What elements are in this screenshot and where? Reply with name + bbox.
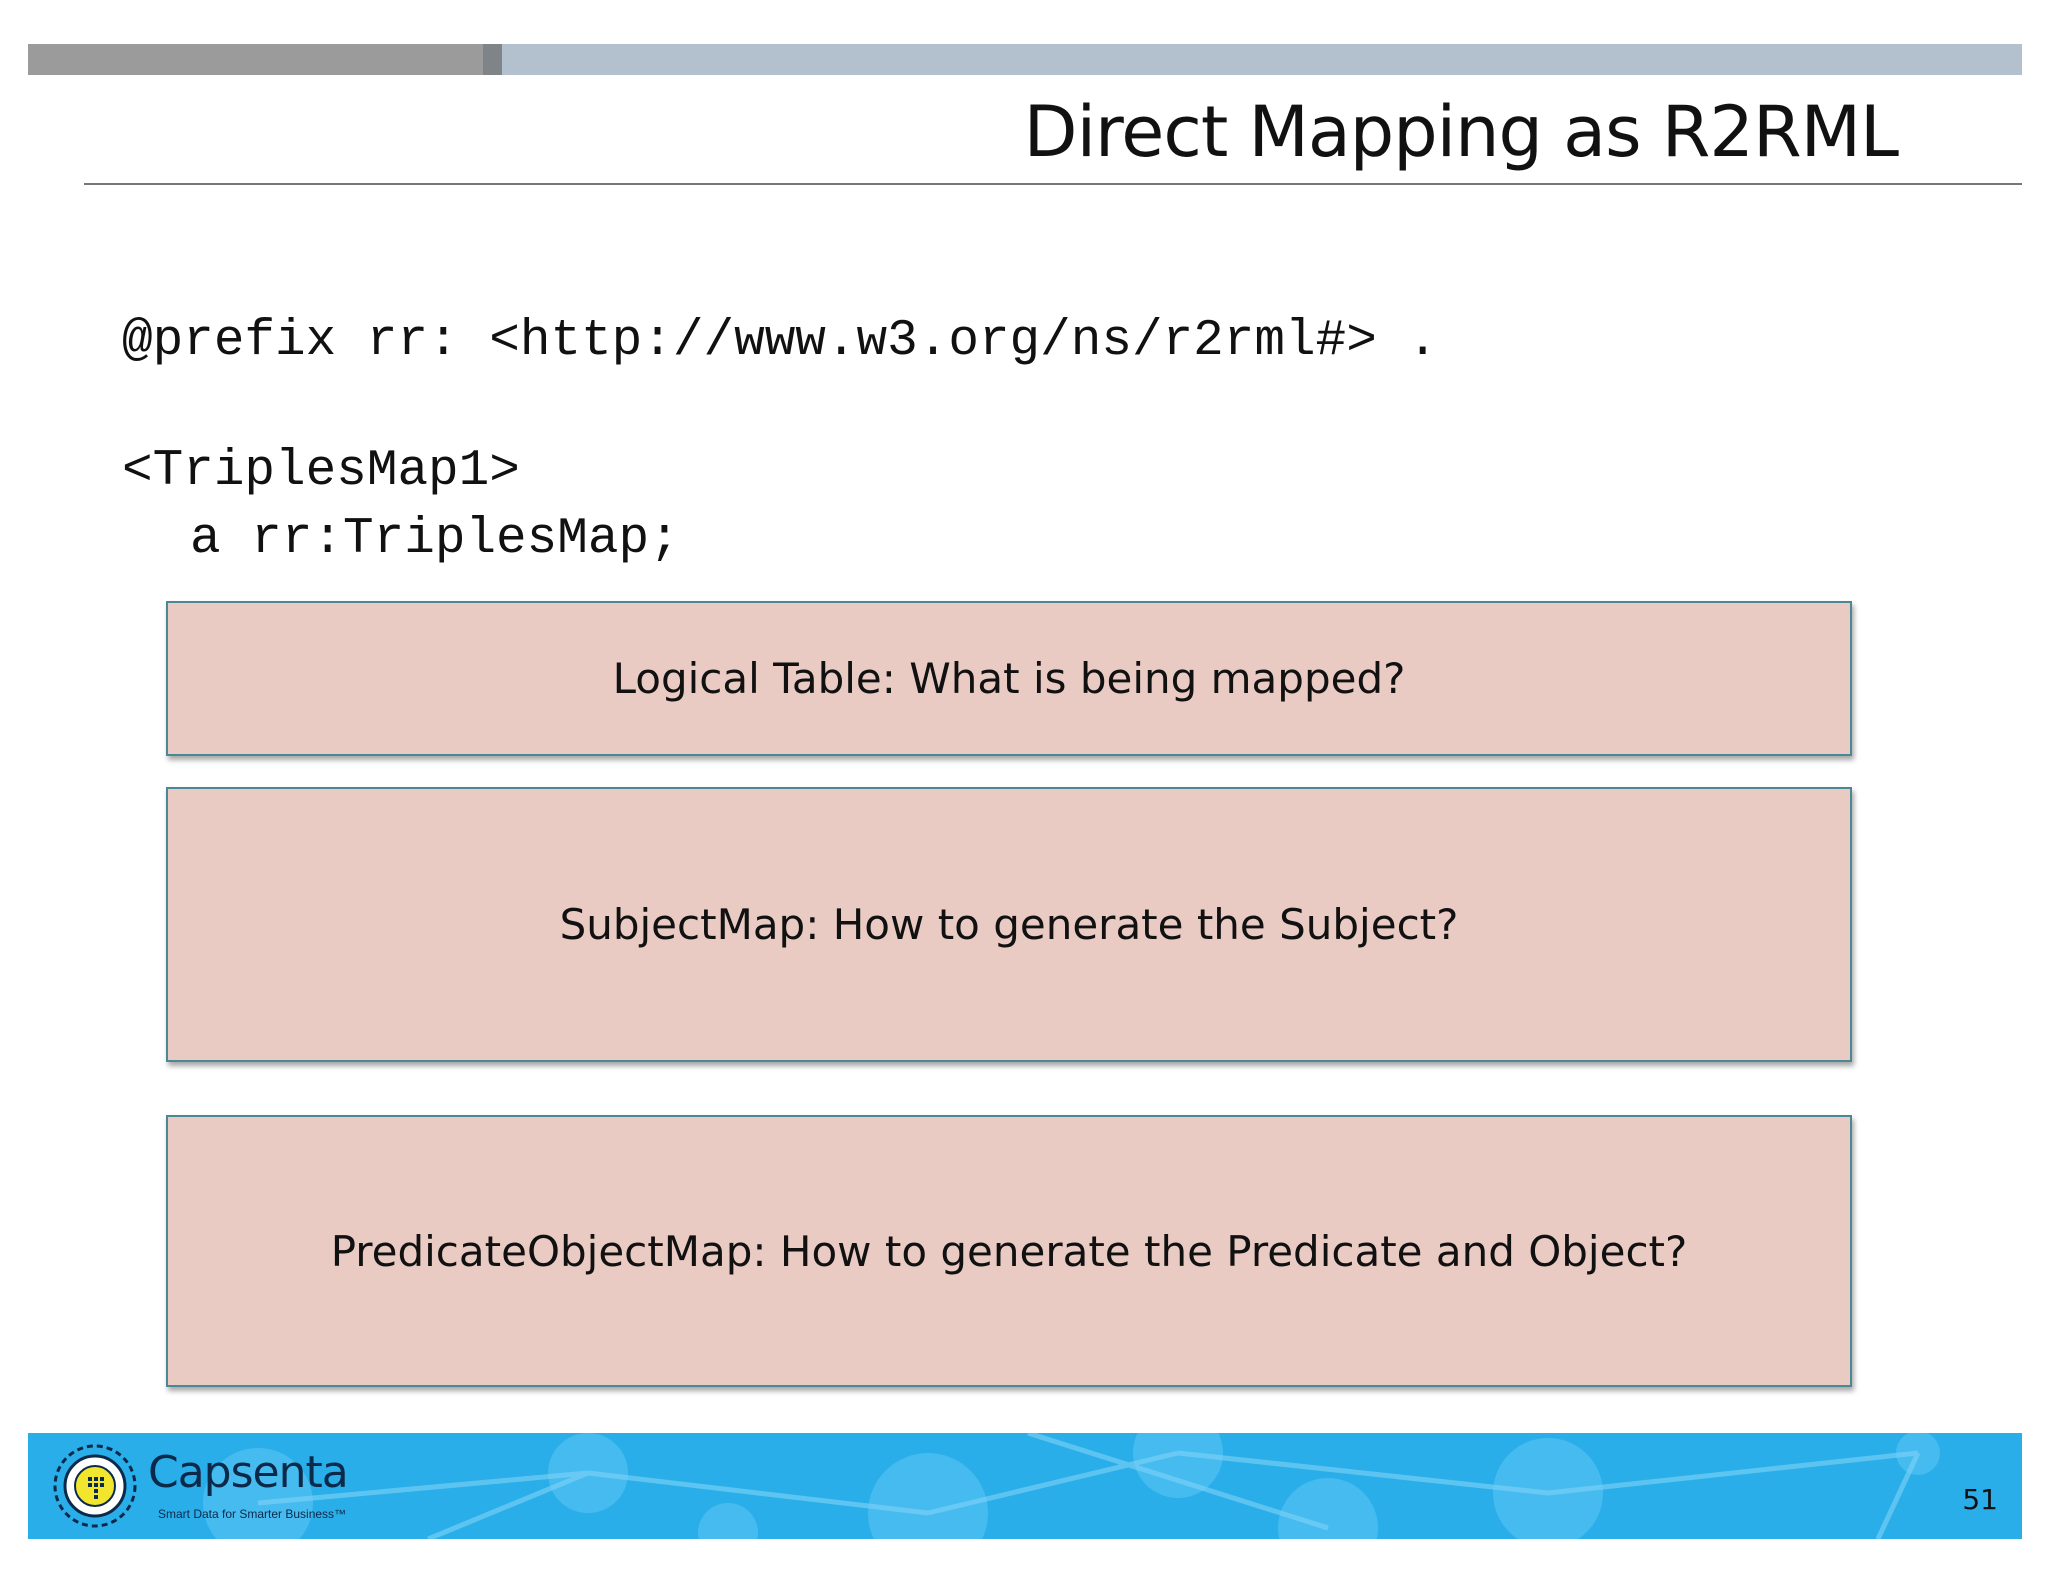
title-divider <box>84 183 2022 185</box>
capsenta-logo-icon <box>53 1444 137 1528</box>
logical-table-box: Logical Table: What is being mapped? <box>166 601 1852 756</box>
brand-name: Capsenta <box>148 1447 349 1498</box>
top-accent-bar-dark-segment <box>28 44 483 75</box>
code-prefix-line: @prefix rr: <http://www.w3.org/ns/r2rml#… <box>122 313 1439 370</box>
brand-tagline: Smart Data for Smarter Business™ <box>158 1507 347 1521</box>
predicate-object-map-label: PredicateObjectMap: How to generate the … <box>330 1226 1688 1276</box>
predicate-object-map-box: PredicateObjectMap: How to generate the … <box>166 1115 1852 1387</box>
logical-table-label: Logical Table: What is being mapped? <box>612 654 1406 703</box>
page-number: 51 <box>1962 1483 1998 1516</box>
subject-map-label: SubjectMap: How to generate the Subject? <box>559 900 1459 949</box>
code-type-line: a rr:TriplesMap; <box>190 511 680 568</box>
code-triples-map-line: <TriplesMap1> <box>122 443 520 500</box>
top-accent-bar-mid-segment <box>483 44 502 75</box>
top-accent-bar <box>28 44 2022 75</box>
slide-title: Direct Mapping as R2RML <box>1023 91 1899 173</box>
footer-banner: Capsenta Smart Data for Smarter Business… <box>28 1433 2022 1539</box>
subject-map-box: SubjectMap: How to generate the Subject? <box>166 787 1852 1062</box>
